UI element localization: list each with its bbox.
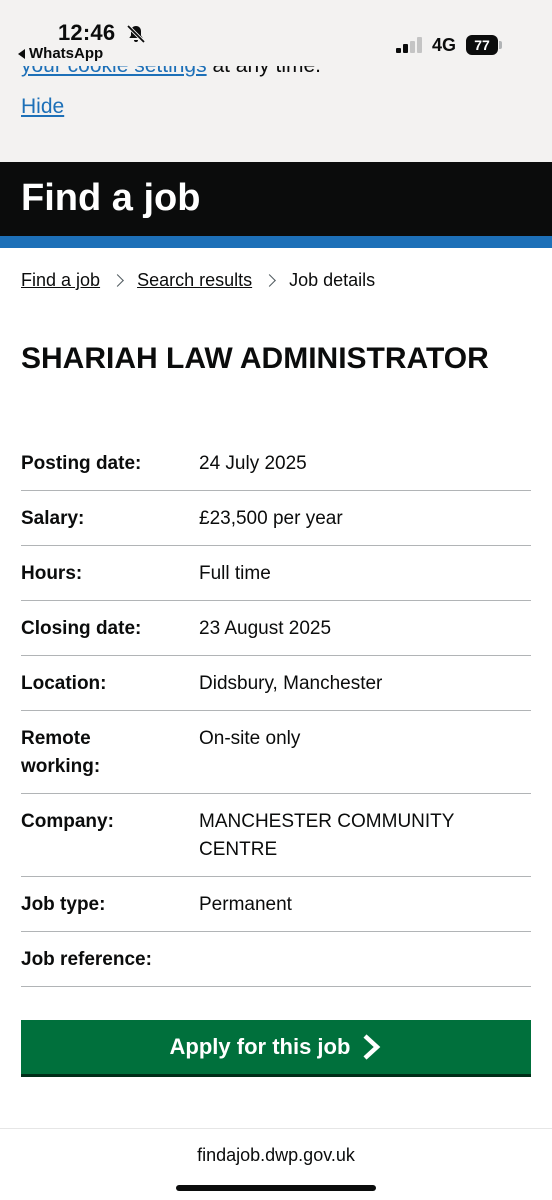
- detail-label: Location:: [21, 673, 107, 694]
- breadcrumb: Find a job Search results Job details: [21, 270, 375, 291]
- status-bar: 12:46 WhatsApp 4G 77: [0, 0, 552, 66]
- cookie-banner: your cookie settings at any time. Hide: [0, 66, 552, 162]
- chevron-right-icon: [363, 1034, 381, 1060]
- job-details-list: Posting date: 24 July 2025 Salary: £23,5…: [21, 436, 531, 987]
- detail-value: On-site only: [199, 728, 301, 749]
- detail-row-job-type: Job type: Permanent: [21, 877, 531, 932]
- detail-label: Job reference:: [21, 949, 152, 970]
- cookie-trailing-text: at any time.: [207, 66, 321, 77]
- chevron-right-icon: [111, 274, 124, 287]
- detail-value: 24 July 2025: [199, 453, 307, 474]
- back-to-app-button[interactable]: WhatsApp: [18, 45, 103, 62]
- cellular-signal-icon: [396, 37, 422, 53]
- detail-label: Posting date:: [21, 453, 142, 474]
- battery-level: 77: [466, 35, 498, 55]
- detail-row-job-reference: Job reference:: [21, 932, 531, 987]
- site-header: Find a job: [0, 162, 552, 236]
- detail-row-posting-date: Posting date: 24 July 2025: [21, 436, 531, 491]
- network-type: 4G: [432, 35, 457, 55]
- detail-label: Hours:: [21, 563, 83, 584]
- apply-button-label: Apply for this job: [169, 1034, 351, 1059]
- apply-for-job-button[interactable]: Apply for this job: [21, 1020, 531, 1074]
- detail-label: Closing date:: [21, 618, 142, 639]
- detail-value: Didsbury, Manchester: [199, 673, 383, 694]
- header-stripe: [0, 236, 552, 248]
- url-text: findajob.dwp.gov.uk: [197, 1145, 355, 1165]
- breadcrumb-find-a-job[interactable]: Find a job: [21, 270, 100, 291]
- detail-row-closing-date: Closing date: 23 August 2025: [21, 601, 531, 656]
- bell-muted-icon: [126, 24, 146, 44]
- detail-value: MANCHESTER COMMUNITY CENTRE: [199, 811, 455, 860]
- detail-value: Permanent: [199, 894, 292, 915]
- browser-url-bar[interactable]: findajob.dwp.gov.uk: [0, 1128, 552, 1200]
- detail-value: £23,500 per year: [199, 508, 343, 529]
- detail-row-salary: Salary: £23,500 per year: [21, 491, 531, 546]
- back-app-label: WhatsApp: [29, 45, 104, 62]
- detail-row-company: Company: MANCHESTER COMMUNITY CENTRE: [21, 794, 531, 877]
- breadcrumb-search-results[interactable]: Search results: [137, 270, 252, 291]
- cookie-settings-link[interactable]: your cookie settings: [21, 66, 207, 77]
- cookie-text: your cookie settings at any time.: [21, 66, 321, 78]
- status-time: 12:46: [58, 20, 116, 45]
- hide-cookie-banner-link[interactable]: Hide: [21, 95, 64, 119]
- breadcrumb-current: Job details: [289, 270, 376, 290]
- detail-row-location: Location: Didsbury, Manchester: [21, 656, 531, 711]
- page-title: SHARIAH LAW ADMINISTRATOR: [21, 342, 489, 375]
- battery-icon: 77: [466, 35, 504, 55]
- back-arrow-icon: [18, 48, 25, 59]
- detail-value: 23 August 2025: [199, 618, 332, 639]
- detail-label: Salary:: [21, 508, 85, 529]
- detail-label: Job type:: [21, 894, 106, 915]
- detail-row-hours: Hours: Full time: [21, 546, 531, 601]
- detail-label: Remote working:: [21, 728, 101, 777]
- detail-value: Full time: [199, 563, 271, 584]
- detail-label: Company:: [21, 811, 114, 832]
- detail-value: [221, 946, 531, 974]
- detail-row-remote-working: Remote working: On-site only: [21, 711, 531, 794]
- chevron-right-icon: [263, 274, 276, 287]
- service-name[interactable]: Find a job: [21, 177, 200, 220]
- home-indicator[interactable]: [176, 1185, 376, 1191]
